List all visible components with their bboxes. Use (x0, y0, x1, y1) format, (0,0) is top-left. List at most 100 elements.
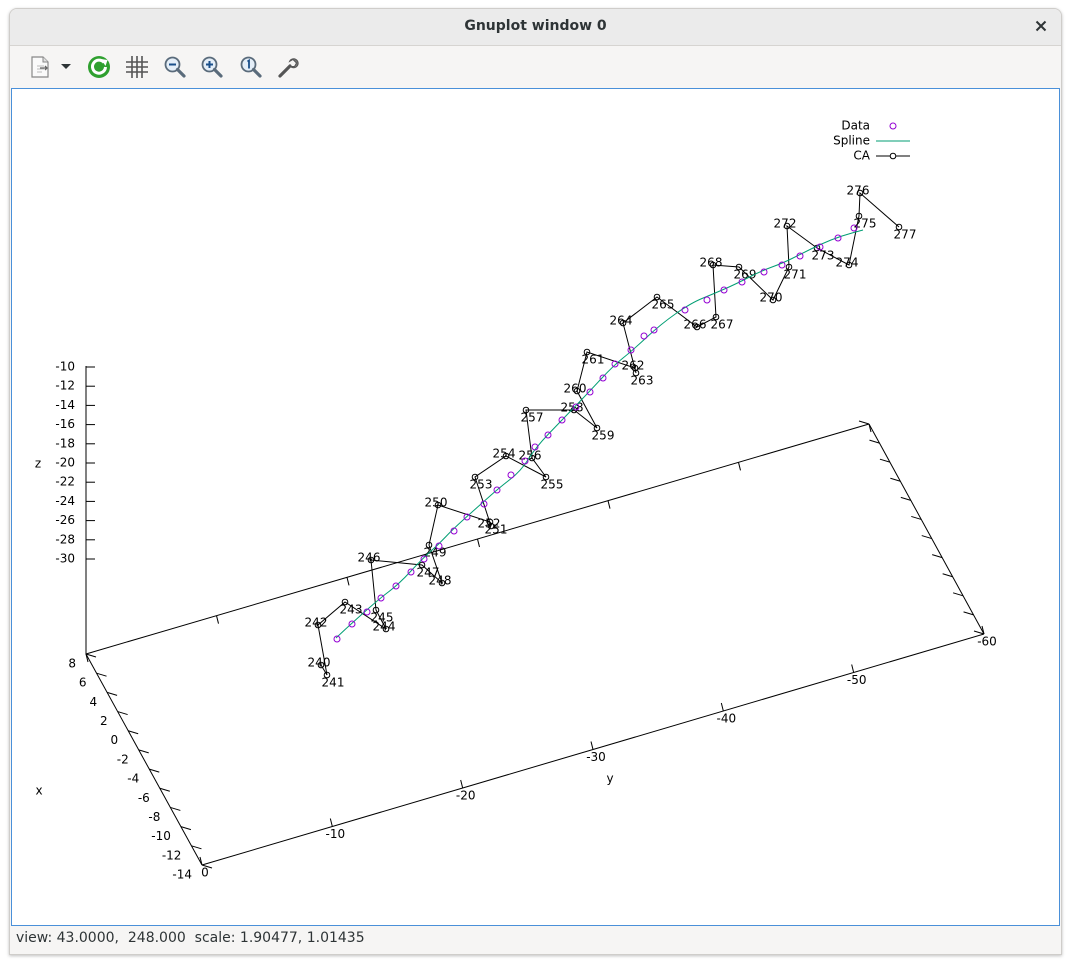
replot-button[interactable] (84, 52, 114, 82)
ca-residue-label: 272 (774, 217, 797, 231)
ca-residue-label: 246 (358, 551, 381, 565)
ca-residue-label: 240 (308, 656, 331, 670)
y-tick-far (477, 538, 480, 548)
y-tick-label: 0 (201, 866, 209, 880)
data-point (507, 471, 515, 479)
y-tick (720, 702, 724, 712)
x-tick-label: 0 (111, 733, 119, 747)
data-point (640, 332, 648, 340)
zoom-original-icon (240, 56, 262, 78)
x-tick-label: -14 (172, 868, 192, 882)
x-tick-label: 6 (79, 676, 87, 690)
ca-residue-label: 241 (322, 676, 345, 690)
x-tick-label: 8 (68, 657, 76, 671)
zoom-in-button[interactable] (197, 52, 227, 82)
ca-residue-label: 268 (700, 256, 723, 270)
ca-residue-label: 260 (564, 382, 587, 396)
ca-residue-label: 273 (812, 249, 835, 263)
base-edge-2 (868, 423, 985, 635)
z-axis-label: z (35, 457, 41, 471)
document-export-icon (31, 56, 49, 78)
title-bar[interactable]: Gnuplot window 0 (10, 9, 1061, 46)
zoom-reset-button[interactable] (236, 52, 266, 82)
y-tick-label: -50 (847, 673, 867, 687)
ca-residue-label: 250 (425, 496, 448, 510)
z-tick-label: -24 (55, 494, 75, 508)
legend-marker-data (889, 122, 897, 130)
y-axis-label: y (606, 772, 613, 786)
y-tick-far (738, 462, 741, 471)
ca-residue-label: 243 (340, 603, 363, 617)
y-tick-far (346, 577, 350, 586)
x-tick-label: -4 (127, 772, 139, 786)
ca-residue-label: 257 (521, 411, 544, 425)
ca-residue-label: 270 (760, 291, 783, 305)
ca-residue-label: 271 (784, 268, 807, 282)
zoom-out-icon (164, 56, 186, 78)
y-tick-label: -30 (586, 750, 606, 764)
ca-residue-label: 245 (371, 611, 394, 625)
z-tick-label: -28 (55, 532, 75, 546)
x-tick-label: -10 (151, 829, 171, 843)
z-tick-label: -18 (55, 436, 75, 450)
ca-residue-label: 252 (478, 517, 501, 531)
ca-residue-label: 262 (622, 359, 645, 373)
legend-label-spline: Spline (833, 134, 870, 148)
z-tick-label: -10 (55, 360, 75, 374)
zoom-out-button[interactable] (160, 52, 190, 82)
x-tick-label: 2 (100, 714, 108, 728)
z-tick-label: -20 (55, 456, 75, 470)
ca-residue-label: 264 (610, 314, 633, 328)
settings-button[interactable] (274, 52, 304, 82)
base-edge-0 (85, 653, 203, 866)
z-tick-label: -26 (55, 513, 75, 527)
y-tick-label: -20 (456, 789, 476, 803)
x-tick-label: 4 (89, 695, 97, 709)
data-point (650, 326, 658, 334)
x-tick-label: -12 (162, 848, 182, 862)
data-point (703, 296, 711, 304)
refresh-icon (88, 56, 110, 78)
x-tick-label: -6 (138, 791, 150, 805)
grid-icon (126, 56, 148, 78)
z-tick-label: -30 (55, 552, 75, 566)
close-icon (1035, 20, 1047, 32)
data-point (599, 374, 607, 382)
close-button[interactable] (1031, 17, 1051, 37)
ca-residue-label: 248 (429, 574, 452, 588)
zoom-in-icon (201, 56, 223, 78)
ca-residue-label: 274 (836, 256, 859, 270)
y-tick (460, 779, 464, 789)
wrench-icon (278, 58, 299, 78)
ca-residue-label: 259 (592, 429, 615, 443)
x-axis-label: x (35, 784, 42, 798)
legend-label-data: Data (841, 119, 870, 133)
plot-area[interactable]: -10 -12 -14 -16 -18 -20 -22 -24 -26 -28 -30 z 8 6 4 2 0-… (11, 88, 1060, 926)
status-bar: view: 43.0000, 248.000 scale: 1.90477, 1… (16, 930, 365, 946)
y-tick-label: -60 (977, 635, 997, 649)
z-tick-label: -22 (55, 475, 75, 489)
export-button[interactable] (25, 52, 55, 82)
ca-residue-label: 263 (631, 374, 654, 388)
ca-residue-label: 261 (582, 353, 605, 367)
y-tick-far (216, 615, 219, 624)
x-tick-far (858, 420, 870, 425)
ca-residue-label: 258 (561, 401, 584, 415)
x-tick-label: -8 (148, 810, 160, 824)
grid-button[interactable] (122, 52, 152, 82)
data-point (586, 388, 594, 396)
y-tick (590, 741, 594, 750)
export-menu-button[interactable] (56, 52, 76, 82)
data-point (407, 568, 415, 576)
toolbar (10, 46, 1061, 88)
ca-residue-label: 242 (305, 616, 328, 630)
z-tick-label: -16 (55, 417, 75, 431)
z-tick-label: -12 (55, 379, 75, 393)
legend-label-ca: CA (853, 149, 870, 163)
y-tick-label: -10 (326, 827, 346, 841)
plot-canvas: -10-12-14-16-18-20-22-24-26-28-30z86420-… (35, 119, 997, 882)
ca-residue-label: 255 (541, 478, 564, 492)
y-tick (329, 818, 333, 827)
ca-residue-label: 266 (684, 318, 707, 332)
y-tick-far (607, 500, 611, 509)
